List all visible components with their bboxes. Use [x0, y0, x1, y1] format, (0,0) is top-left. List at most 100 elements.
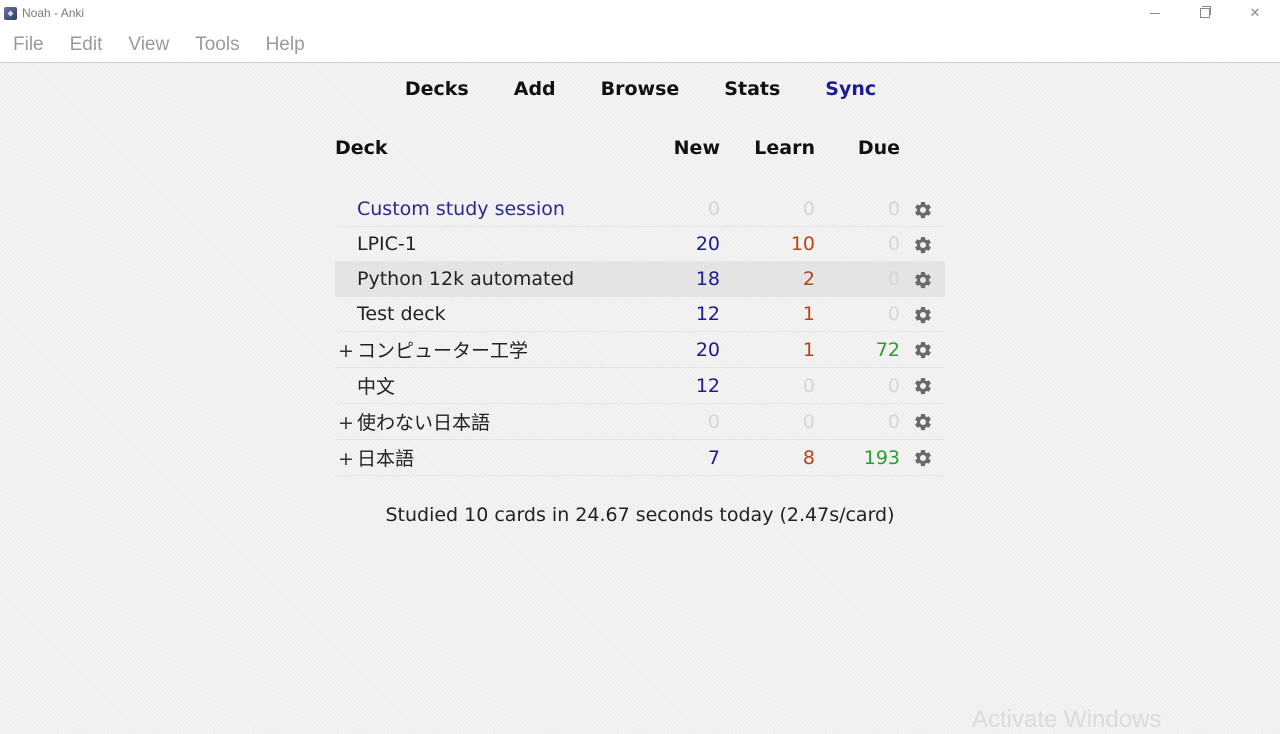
menu-tools[interactable]: Tools — [182, 26, 252, 62]
new-count: 0 — [660, 403, 720, 440]
deck-table: Deck New Learn Due Custom study session 0… — [335, 130, 945, 476]
deck-list: Custom study session 0 0 0 LPIC-1 20 10 0 Python… — [335, 166, 945, 476]
menu-help[interactable]: Help — [253, 26, 318, 62]
browse-link[interactable]: Browse — [601, 74, 680, 104]
deck-name-link[interactable]: 中文 — [357, 376, 395, 398]
deck-row: LPIC-1 20 10 0 — [335, 226, 945, 262]
learn-column-header: Learn — [754, 137, 815, 159]
deck-column-header: Deck — [335, 137, 388, 159]
learn-count: 10 — [720, 226, 815, 262]
deck-row: Python 12k automated 18 2 0 — [335, 261, 945, 297]
due-column-header: Due — [857, 137, 900, 159]
deck-name-cell: + コンピューター工学 — [335, 331, 660, 368]
options-cell — [900, 296, 945, 332]
new-count: 0 — [660, 192, 720, 227]
deck-name-link[interactable]: Custom study session — [357, 198, 565, 220]
menu-view[interactable]: View — [115, 26, 182, 62]
anki-app-icon — [4, 6, 17, 20]
minimize-icon — [1150, 12, 1160, 14]
top-navigation: Decks Add Browse Stats Sync — [0, 74, 1280, 104]
options-cell — [900, 367, 945, 404]
deck-row: + 使わない日本語 0 0 0 — [335, 403, 945, 440]
expand-deck-toggle[interactable]: + — [335, 412, 357, 434]
deck-row: + コンピューター工学 20 1 72 — [335, 331, 945, 368]
learn-count: 0 — [720, 403, 815, 440]
options-column-header — [900, 130, 945, 166]
deck-name-cell: Custom study session — [335, 192, 660, 227]
new-count: 20 — [660, 331, 720, 368]
deck-name-cell: LPIC-1 — [335, 226, 660, 262]
deck-name-cell: Python 12k automated — [335, 261, 660, 297]
new-count: 18 — [660, 261, 720, 297]
expand-deck-toggle[interactable]: + — [335, 340, 357, 362]
deck-name-link[interactable]: LPIC-1 — [357, 233, 417, 255]
due-count: 193 — [815, 439, 900, 476]
deck-name-cell: 中文 — [335, 367, 660, 404]
gear-icon[interactable] — [913, 340, 933, 360]
due-count: 0 — [815, 367, 900, 404]
close-button[interactable]: ✕ — [1230, 0, 1280, 26]
deck-name-link[interactable]: Test deck — [357, 303, 446, 325]
due-count: 0 — [815, 403, 900, 440]
title-bar: Noah - Anki ✕ — [0, 0, 1280, 26]
due-count: 0 — [815, 261, 900, 297]
header-spacer — [335, 166, 945, 192]
activation-watermark: Activate Windows — [972, 706, 1162, 733]
new-count: 20 — [660, 226, 720, 262]
learn-count: 8 — [720, 439, 815, 476]
learn-count: 1 — [720, 296, 815, 332]
study-summary: Studied 10 cards in 24.67 seconds today … — [385, 504, 895, 526]
due-count: 0 — [815, 296, 900, 332]
gear-icon[interactable] — [913, 376, 933, 396]
deck-row: + 日本語 7 8 193 — [335, 439, 945, 476]
menu-file[interactable]: File — [0, 26, 57, 62]
deck-name-link[interactable]: Python 12k automated — [357, 268, 574, 290]
add-link[interactable]: Add — [514, 74, 556, 104]
close-icon: ✕ — [1249, 5, 1261, 21]
due-count: 0 — [815, 192, 900, 227]
deck-name-link[interactable]: コンピューター工学 — [357, 340, 528, 362]
due-count: 0 — [815, 226, 900, 262]
stats-link[interactable]: Stats — [724, 74, 780, 104]
learn-count: 2 — [720, 261, 815, 297]
expand-deck-toggle[interactable]: + — [335, 448, 357, 470]
restore-icon — [1200, 6, 1211, 18]
deck-name-cell: + 使わない日本語 — [335, 403, 660, 440]
deck-name-cell: Test deck — [335, 296, 660, 332]
gear-icon[interactable] — [913, 270, 933, 290]
sync-link[interactable]: Sync — [825, 74, 876, 104]
menu-edit[interactable]: Edit — [57, 26, 116, 62]
deck-table-header: Deck New Learn Due — [335, 130, 945, 166]
deck-name-link[interactable]: 使わない日本語 — [357, 412, 490, 434]
menu-bar: File Edit View Tools Help — [0, 26, 1280, 63]
deck-row: 中文 12 0 0 — [335, 367, 945, 404]
maximize-button[interactable] — [1180, 0, 1230, 26]
window-controls: ✕ — [1130, 0, 1280, 26]
gear-icon[interactable] — [913, 235, 933, 255]
learn-count: 1 — [720, 331, 815, 368]
gear-icon[interactable] — [913, 305, 933, 325]
learn-count: 0 — [720, 367, 815, 404]
gear-icon[interactable] — [913, 412, 933, 432]
options-cell — [900, 403, 945, 440]
learn-count: 0 — [720, 192, 815, 227]
options-cell — [900, 226, 945, 262]
gear-icon[interactable] — [913, 200, 933, 220]
new-column-header: New — [673, 137, 720, 159]
deck-row: Test deck 12 1 0 — [335, 296, 945, 332]
new-count: 12 — [660, 367, 720, 404]
options-cell — [900, 192, 945, 227]
due-count: 72 — [815, 331, 900, 368]
new-count: 12 — [660, 296, 720, 332]
window-title: Noah - Anki — [22, 6, 85, 20]
decks-link[interactable]: Decks — [405, 74, 469, 104]
options-cell — [900, 439, 945, 476]
new-count: 7 — [660, 439, 720, 476]
deck-name-link[interactable]: 日本語 — [357, 448, 414, 470]
deck-name-cell: + 日本語 — [335, 439, 660, 476]
options-cell — [900, 261, 945, 297]
minimize-button[interactable] — [1130, 0, 1180, 26]
deck-row: Custom study session 0 0 0 — [335, 192, 945, 227]
gear-icon[interactable] — [913, 448, 933, 468]
options-cell — [900, 331, 945, 368]
